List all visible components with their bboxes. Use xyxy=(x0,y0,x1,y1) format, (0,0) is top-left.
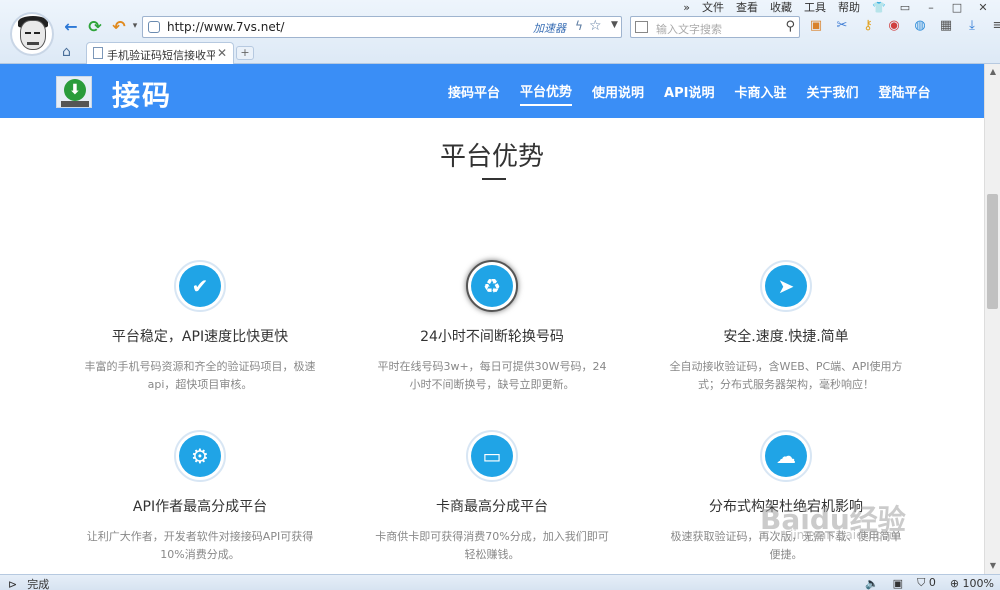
new-tab-button[interactable]: + xyxy=(236,46,254,60)
close-tab-icon[interactable]: ✕ xyxy=(217,46,227,60)
accelerator-label[interactable]: 加速器 xyxy=(533,20,566,36)
feature-desc: 丰富的手机号码资源和齐全的验证码项目，极速api，超快项目审核。 xyxy=(84,360,316,391)
feature-card: ▭ 卡商最高分成平台 卡商供卡即可获得消费70%分成，加入我们即可轻松赚钱。 xyxy=(362,430,622,564)
zoom-icon: ⊕ xyxy=(949,576,960,590)
lightning-icon[interactable]: ϟ xyxy=(575,19,583,33)
close-window-icon[interactable]: ✕ xyxy=(976,1,990,14)
search-icon[interactable]: ⚲ xyxy=(785,19,795,34)
menu-tools[interactable]: 工具 xyxy=(804,0,826,15)
menu-favorites[interactable]: 收藏 xyxy=(770,0,792,15)
recycle-icon: ♻ xyxy=(466,260,518,312)
search-placeholder[interactable]: 输入文字搜索 xyxy=(656,21,722,37)
nav-login[interactable]: 登陆平台 xyxy=(879,78,931,105)
qq-icon[interactable]: ◍ xyxy=(912,17,928,33)
home-icon[interactable]: ⌂ xyxy=(62,44,71,60)
feature-heading: 平台稳定，API速度比快更快 xyxy=(111,329,289,345)
feature-desc: 卡商供卡即可获得消费70%分成，加入我们即可轻松赚钱。 xyxy=(375,530,609,561)
feature-desc: 让利广大作者，开发者软件对接接码API可获得10%消费分成。 xyxy=(86,530,314,561)
scroll-up-icon[interactable]: ▲ xyxy=(985,64,1000,80)
nav-about-us[interactable]: 关于我们 xyxy=(807,78,859,105)
feature-heading: 安全.速度.快捷.简单 xyxy=(723,329,849,345)
paper-plane-icon: ➤ xyxy=(760,260,812,312)
baidu-watermark-url: jingyan.baidu.com xyxy=(790,528,901,542)
minimize-icon[interactable]: – xyxy=(924,1,938,14)
shield-count: 0 xyxy=(928,576,936,589)
menu-file[interactable]: 文件 xyxy=(702,0,724,15)
zoom-control[interactable]: ⊕ 100% xyxy=(950,577,994,590)
status-bar: ⊳ 完成 🔈 ▣ ⛉ 0 ⊕ 100% xyxy=(0,574,1000,590)
feature-card: ⚙ API作者最高分成平台 让利广大作者，开发者软件对接接码API可获得10%消… xyxy=(70,430,330,564)
tab-title[interactable]: 手机验证码短信接收平台 xyxy=(107,47,215,63)
security-icon xyxy=(148,21,160,33)
menu-view[interactable]: 查看 xyxy=(736,0,758,15)
nav-usage-guide[interactable]: 使用说明 xyxy=(592,78,644,105)
vertical-scrollbar[interactable]: ▲ ▼ xyxy=(984,64,1000,574)
logo-text[interactable]: 接码 xyxy=(112,74,172,114)
feature-heading: API作者最高分成平台 xyxy=(132,499,268,515)
address-bar[interactable]: http://www.7vs.net/ 加速器 ϟ ☆ ▼ xyxy=(142,16,622,38)
nav-card-merchant[interactable]: 卡商入驻 xyxy=(734,78,786,105)
user-avatar[interactable] xyxy=(10,12,54,56)
title-divider xyxy=(482,178,506,180)
gears-icon: ⚙ xyxy=(174,430,226,482)
shield-status[interactable]: ⛉ 0 xyxy=(917,576,936,590)
nav-api-docs[interactable]: API说明 xyxy=(664,78,714,105)
feature-card: ✔ 平台稳定，API速度比快更快 丰富的手机号码资源和齐全的验证码项目，极速ap… xyxy=(70,260,330,394)
maximize-icon[interactable]: □ xyxy=(950,1,964,14)
url-text[interactable]: http://www.7vs.net/ xyxy=(167,20,284,34)
feature-heading: 卡商最高分成平台 xyxy=(436,499,548,515)
volume-icon[interactable]: 🔈 xyxy=(865,577,879,590)
download-icon[interactable]: ⤓ xyxy=(964,17,980,33)
menu-help[interactable]: 帮助 xyxy=(838,0,860,15)
browser-toolbar: » 文件 查看 收藏 工具 帮助 👕 ▭ – □ ✕ ← ⟳ ↶ ▾ http:… xyxy=(0,0,1000,64)
address-dropdown-icon[interactable]: ▼ xyxy=(611,20,618,30)
feature-desc: 平时在线号码3w+，每日可提供30W号码，24小时不间断换号，缺号立即更新。 xyxy=(377,360,607,391)
site-nav: 接码平台 平台优势 使用说明 API说明 卡商入驻 关于我们 登陆平台 xyxy=(448,64,931,118)
menu-bar: » 文件 查看 收藏 工具 帮助 👕 ▭ – □ ✕ xyxy=(683,0,990,15)
status-text: 完成 xyxy=(27,578,50,590)
key-icon[interactable]: ⚷ xyxy=(860,17,876,33)
screenshot-icon[interactable]: ▣ xyxy=(893,577,903,590)
favorite-star-icon[interactable]: ☆ xyxy=(589,18,602,34)
feature-card: ➤ 安全.速度.快捷.简单 全自动接收验证码，含WEB、PC端、API使用方式；… xyxy=(656,260,916,394)
nav-receive-platform[interactable]: 接码平台 xyxy=(448,78,500,105)
feature-desc: 全自动接收验证码，含WEB、PC端、API使用方式；分布式服务器架构，毫秒响应！ xyxy=(669,360,903,391)
skin-icon[interactable]: 👕 xyxy=(872,1,886,14)
zoom-level: 100% xyxy=(962,576,994,590)
nav-platform-advantages[interactable]: 平台优势 xyxy=(520,77,573,106)
sidebar-toggle-icon[interactable]: ⊳ xyxy=(8,578,17,590)
feature-card: ☁ 分布式构架杜绝宕机影响 极速获取验证码，再次版，无需下载、使用简单便捷。 xyxy=(656,430,916,564)
feature-card: ♻ 24小时不间断轮换号码 平时在线号码3w+，每日可提供30W号码，24小时不… xyxy=(362,260,622,394)
page-icon xyxy=(93,47,103,59)
menu-expand-icon[interactable]: » xyxy=(683,1,690,14)
shield-icon: ⛉ xyxy=(917,576,926,589)
scroll-down-icon[interactable]: ▼ xyxy=(985,558,1000,574)
section-title: 平台优势 xyxy=(439,142,544,172)
toolbar-icons: ▣ ✂ ⚷ ◉ ◍ ▦ ⤓ ≡ xyxy=(808,17,1000,33)
search-engine-icon[interactable] xyxy=(635,21,648,33)
back-icon[interactable]: ← xyxy=(62,17,80,36)
card-icon: ▭ xyxy=(466,430,518,482)
site-header: ⬇ 接码 接码平台 平台优势 使用说明 API说明 卡商入驻 关于我们 登陆平台 xyxy=(0,64,984,118)
feature-heading: 24小时不间断轮换号码 xyxy=(420,329,564,345)
grid-icon[interactable]: ▦ xyxy=(938,17,954,33)
check-icon: ✔ xyxy=(174,260,226,312)
weibo-icon[interactable]: ◉ xyxy=(886,17,902,33)
extension-icon[interactable]: ▣ xyxy=(808,17,824,33)
cloud-icon: ☁ xyxy=(760,430,812,482)
scissors-icon[interactable]: ✂ xyxy=(834,17,850,33)
refresh-icon[interactable]: ⟳ xyxy=(86,17,104,36)
logo-icon[interactable]: ⬇ xyxy=(56,76,92,108)
tab-active[interactable]: 手机验证码短信接收平台 ✕ xyxy=(86,42,234,64)
search-box[interactable]: 输入文字搜索 ⚲ xyxy=(630,16,800,38)
scrollbar-thumb[interactable] xyxy=(987,194,998,309)
menu-icon[interactable]: ≡ xyxy=(990,17,1000,33)
window-mode-icon[interactable]: ▭ xyxy=(898,1,912,14)
